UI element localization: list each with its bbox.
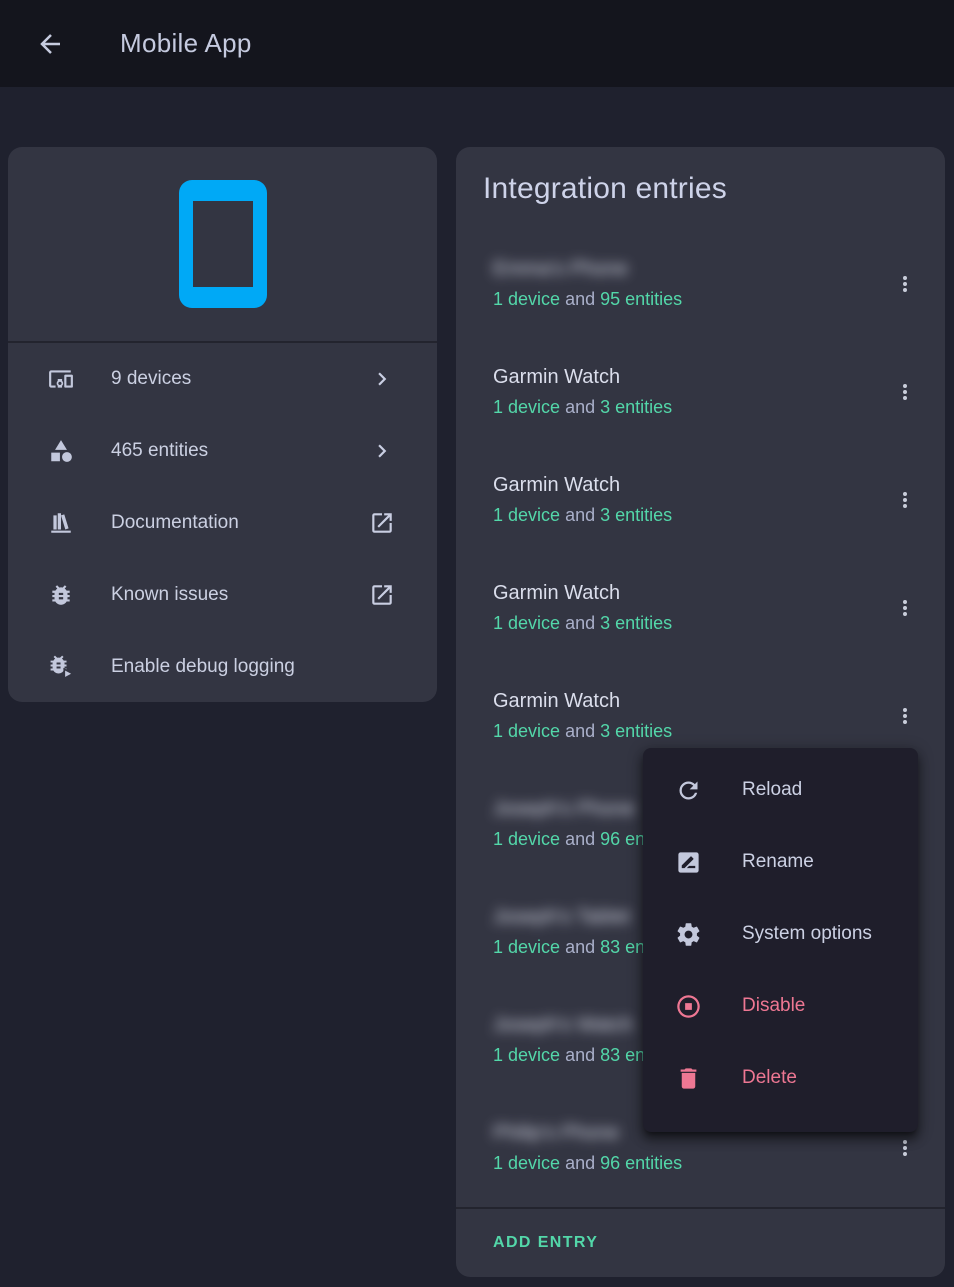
stop-circle-icon — [675, 993, 702, 1020]
entry-name: Garmin Watch — [493, 363, 881, 391]
chevron-right-icon — [369, 438, 395, 464]
integration-info-row[interactable]: 9 devices — [8, 343, 437, 415]
dots-vertical-icon — [893, 704, 917, 728]
entry-subtitle: 1 device and 3 entities — [493, 717, 881, 745]
bug-icon — [48, 582, 74, 608]
context-menu-item-label: Disable — [742, 995, 805, 1017]
entry-name: Garmin Watch — [493, 687, 881, 715]
dots-vertical-icon — [893, 1136, 917, 1160]
info-row-label: Enable debug logging — [111, 656, 395, 678]
entry-and-text: and — [565, 829, 595, 849]
entry-and-text: and — [565, 505, 595, 525]
integration-info-row[interactable]: Known issues — [8, 559, 437, 631]
entry-and-text: and — [565, 1045, 595, 1065]
integration-info-card: 9 devices 465 entities Documentation Kno… — [8, 147, 437, 702]
entry-menu-button[interactable] — [881, 692, 929, 740]
context-menu-item-label: Reload — [742, 779, 802, 801]
info-row-label: 9 devices — [111, 368, 369, 390]
entries-card-title: Integration entries — [456, 147, 945, 209]
entry-devices-link[interactable]: 1 device — [493, 613, 560, 633]
entry-subtitle: 1 device and 96 entities — [493, 1149, 881, 1177]
dots-vertical-icon — [893, 380, 917, 404]
dots-vertical-icon — [893, 272, 917, 296]
entry-menu-button[interactable] — [881, 476, 929, 524]
cog-icon — [675, 921, 702, 948]
context-menu-item-label: Rename — [742, 851, 814, 873]
entry-row: Garmin Watch 1 device and 3 entities — [456, 338, 945, 446]
entry-and-text: and — [565, 937, 595, 957]
entry-menu-button[interactable] — [881, 260, 929, 308]
devices-icon — [48, 366, 74, 392]
integration-info-list: 9 devices 465 entities Documentation Kno… — [8, 343, 437, 703]
page-title: Mobile App — [120, 28, 252, 59]
chevron-right-icon — [369, 366, 395, 392]
entry-and-text: and — [565, 397, 595, 417]
entry-subtitle: 1 device and 3 entities — [493, 501, 881, 529]
entry-and-text: and — [565, 721, 595, 741]
info-row-label: 465 entities — [111, 440, 369, 462]
entry-row: Garmin Watch 1 device and 3 entities — [456, 446, 945, 554]
entry-subtitle: 1 device and 3 entities — [493, 393, 881, 421]
rename-box-icon — [675, 849, 702, 876]
delete-icon — [675, 1065, 702, 1092]
entry-devices-link[interactable]: 1 device — [493, 1045, 560, 1065]
entry-entities-link[interactable]: 96 entities — [600, 1153, 682, 1173]
arrow-left-icon — [35, 29, 65, 59]
cellphone-icon — [179, 180, 267, 308]
entry-devices-link[interactable]: 1 device — [493, 289, 560, 309]
context-menu-item[interactable]: Disable — [643, 970, 918, 1042]
back-button[interactable] — [26, 20, 74, 68]
entry-menu-button[interactable] — [881, 368, 929, 416]
add-entry-button[interactable]: ADD ENTRY — [493, 1234, 598, 1252]
app-bar: Mobile App — [0, 0, 954, 87]
entry-entities-link[interactable]: 3 entities — [600, 505, 672, 525]
context-menu-item[interactable]: System options — [643, 898, 918, 970]
dots-vertical-icon — [893, 596, 917, 620]
context-menu-item[interactable]: Reload — [643, 754, 918, 826]
entry-name: Emma's Phone — [493, 255, 881, 283]
entry-devices-link[interactable]: 1 device — [493, 937, 560, 957]
entry-entities-link[interactable]: 95 entities — [600, 289, 682, 309]
entry-menu-button[interactable] — [881, 584, 929, 632]
entry-and-text: and — [565, 1153, 595, 1173]
entry-context-menu: Reload Rename System options Disable Del… — [643, 748, 918, 1132]
entry-devices-link[interactable]: 1 device — [493, 505, 560, 525]
entry-and-text: and — [565, 289, 595, 309]
context-menu-item-label: System options — [742, 923, 872, 945]
entry-name: Garmin Watch — [493, 471, 881, 499]
refresh-icon — [675, 777, 702, 804]
integration-info-row[interactable]: Documentation — [8, 487, 437, 559]
entry-entities-link[interactable]: 3 entities — [600, 721, 672, 741]
dots-vertical-icon — [893, 488, 917, 512]
entry-row: Garmin Watch 1 device and 3 entities — [456, 554, 945, 662]
info-row-label: Documentation — [111, 512, 369, 534]
open-in-new-icon — [369, 582, 395, 608]
info-row-label: Known issues — [111, 584, 369, 606]
open-in-new-icon — [369, 510, 395, 536]
entry-and-text: and — [565, 613, 595, 633]
entry-row: Emma's Phone 1 device and 95 entities — [456, 230, 945, 338]
entries-card-footer: ADD ENTRY — [456, 1207, 945, 1277]
shapes-icon — [48, 438, 74, 464]
context-menu-item[interactable]: Delete — [643, 1042, 918, 1114]
bookshelf-icon — [48, 510, 74, 536]
entry-entities-link[interactable]: 3 entities — [600, 397, 672, 417]
integration-hero — [8, 147, 437, 343]
integration-info-row[interactable]: Enable debug logging — [8, 631, 437, 703]
entry-devices-link[interactable]: 1 device — [493, 829, 560, 849]
entry-devices-link[interactable]: 1 device — [493, 1153, 560, 1173]
entry-name: Garmin Watch — [493, 579, 881, 607]
entry-subtitle: 1 device and 95 entities — [493, 285, 881, 313]
bug-play-icon — [48, 654, 74, 680]
context-menu-item-label: Delete — [742, 1067, 797, 1089]
entry-devices-link[interactable]: 1 device — [493, 721, 560, 741]
entry-subtitle: 1 device and 3 entities — [493, 609, 881, 637]
context-menu-item[interactable]: Rename — [643, 826, 918, 898]
integration-info-row[interactable]: 465 entities — [8, 415, 437, 487]
entry-devices-link[interactable]: 1 device — [493, 397, 560, 417]
entry-entities-link[interactable]: 3 entities — [600, 613, 672, 633]
